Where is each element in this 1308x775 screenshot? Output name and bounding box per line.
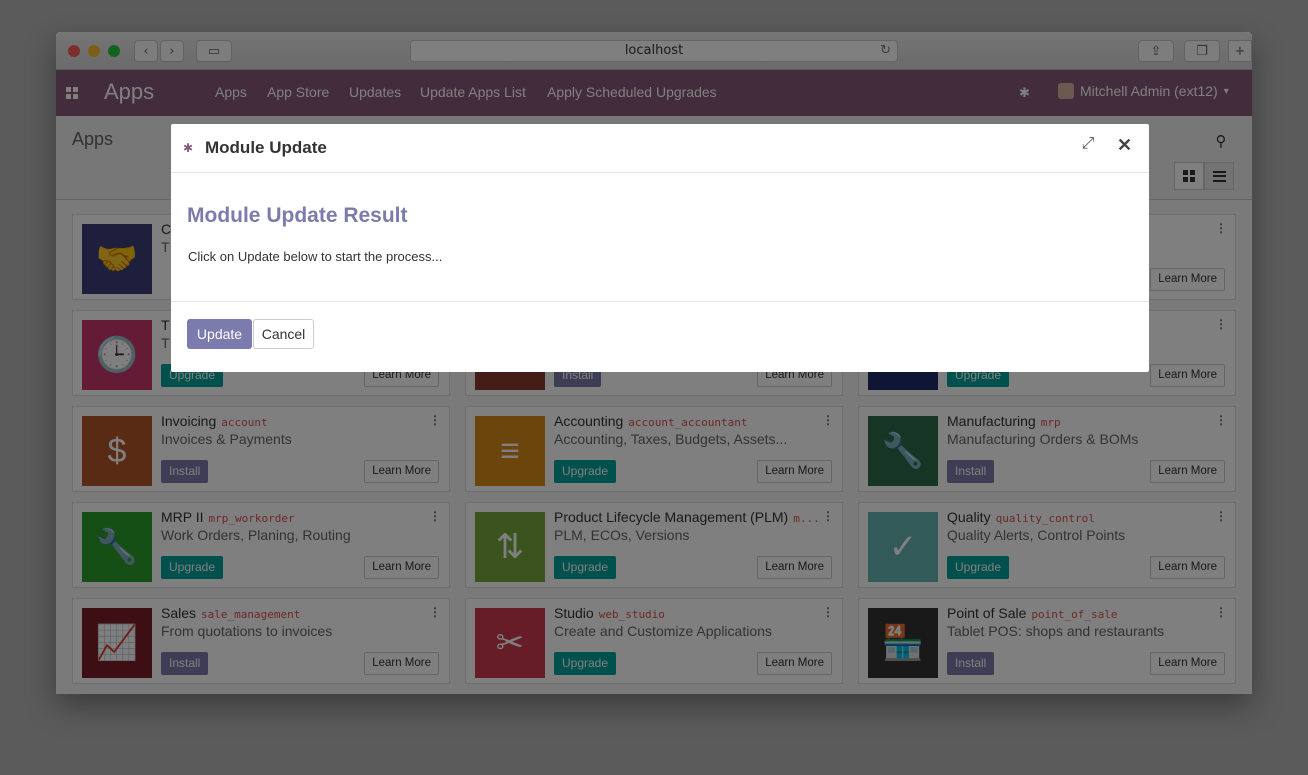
update-button[interactable]: Update xyxy=(187,319,252,349)
dialog-body: Module Update Result Click on Update bel… xyxy=(171,174,1149,302)
cancel-button[interactable]: Cancel xyxy=(253,319,314,349)
result-heading: Module Update Result xyxy=(187,204,408,227)
expand-button[interactable]: ⤢ xyxy=(1069,126,1107,162)
expand-icon: ⤢ xyxy=(1081,135,1095,152)
result-message: Click on Update below to start the proce… xyxy=(188,249,443,264)
close-icon[interactable]: ✕ xyxy=(1117,135,1132,156)
dialog-title: Module Update xyxy=(205,138,327,157)
dialog-header: ✱ Module Update ⤢ ✕ xyxy=(171,124,1149,173)
module-update-dialog: ✱ Module Update ⤢ ✕ Module Update Result… xyxy=(171,124,1149,372)
bug-icon: ✱ xyxy=(183,141,194,155)
browser-window: ‹ › ▭ localhost ↻ ⇪ ❐ + Apps Apps App St… xyxy=(56,32,1252,694)
